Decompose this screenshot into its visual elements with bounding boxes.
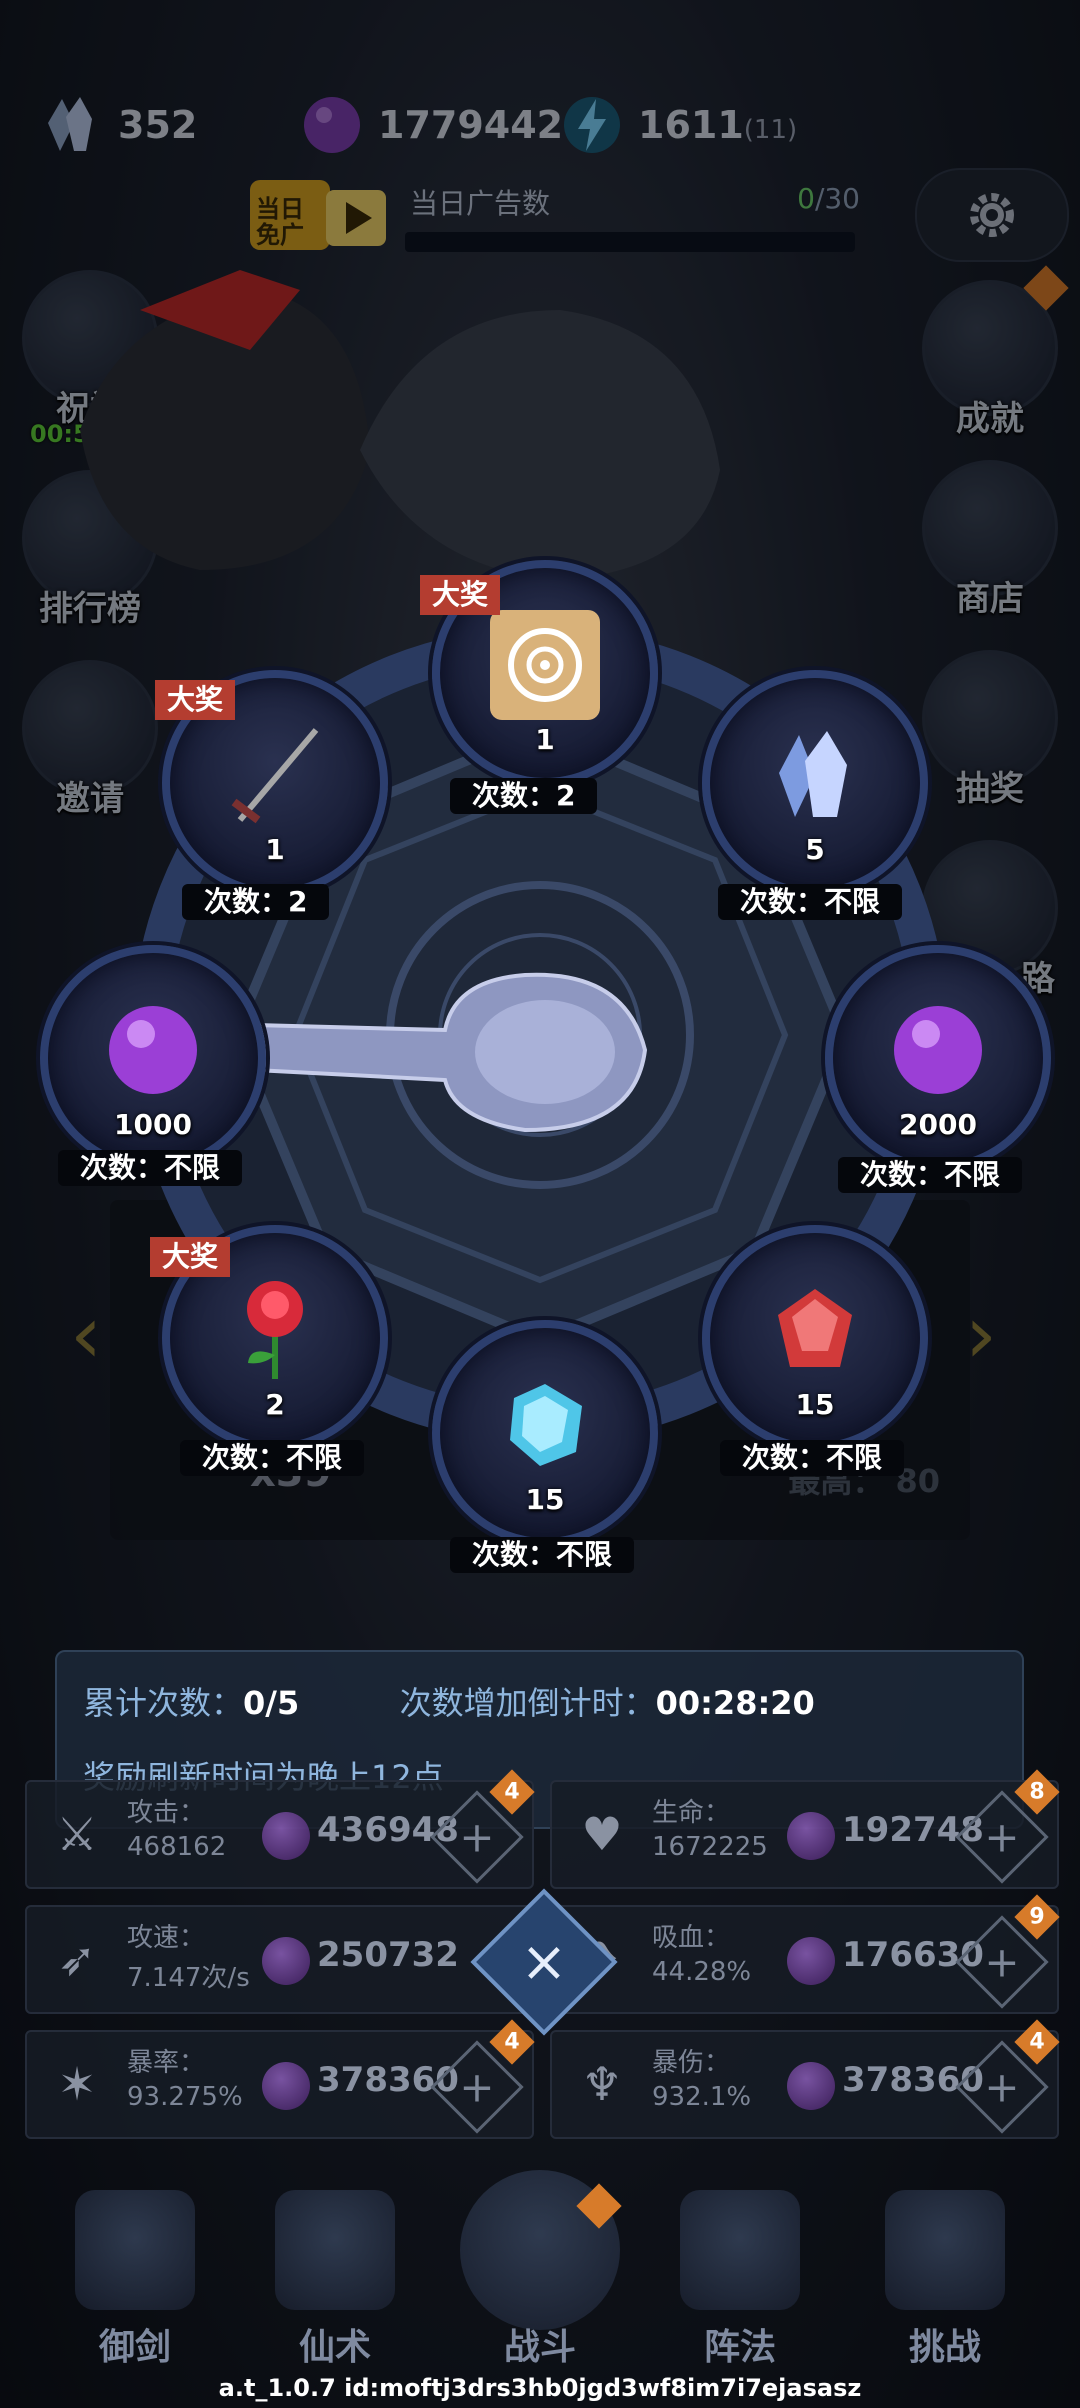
stat-value: 1672225: [652, 1832, 768, 1862]
stat-badge-text: 9: [1029, 1904, 1045, 1930]
slot-bottom-count: 次数：不限: [450, 1537, 635, 1573]
wheel-slot-right[interactable]: 2000: [825, 945, 1051, 1171]
nav-challenge[interactable]: 挑战: [850, 2180, 1040, 2380]
nav-battle[interactable]: 战斗: [445, 2170, 635, 2380]
slot-right-count: 次数：不限: [838, 1157, 1023, 1193]
stat-card-attack: ⚔ 攻击： 468162 436948 + 4: [25, 1769, 535, 1889]
red-gem-icon: [778, 1288, 852, 1367]
nav-battle-label: 战斗: [503, 2327, 576, 2368]
heart-icon: ♥: [581, 1807, 623, 1861]
close-icon: ×: [520, 1929, 568, 1995]
plus-icon: +: [984, 1937, 1020, 1987]
slot-lower-right-amount: 15: [795, 1388, 835, 1421]
stat-badge-text: 4: [504, 2029, 520, 2055]
crit-rate-icon: ✶: [57, 2057, 97, 2111]
stat-badge-text: 4: [504, 1779, 520, 1805]
big-prize-tag-lower-left: 大奖: [150, 1237, 230, 1277]
nav-spell[interactable]: 仙术: [240, 2180, 430, 2380]
crystal-icon: [779, 730, 847, 817]
stat-badge-text: 4: [1029, 2029, 1045, 2055]
target-token-icon: [490, 609, 600, 720]
stat-card-crit-damage: ♆ 暴伤： 932.1% 378360 + 4: [550, 2019, 1060, 2139]
stat-cost: 250732: [317, 1935, 459, 1975]
countdown-value: 00:28:20: [655, 1684, 815, 1722]
total-label: 累计次数：: [83, 1684, 244, 1722]
challenge-icon: [885, 2190, 1005, 2310]
bottom-nav: 御剑 仙术 战斗 阵法 挑战: [0, 2170, 1080, 2380]
nav-formation[interactable]: 阵法: [645, 2180, 835, 2380]
slot-right-amount: 2000: [899, 1108, 977, 1141]
plus-icon: +: [984, 1812, 1020, 1862]
purple-orb-icon: [894, 1005, 982, 1094]
speed-icon: ➶: [57, 1932, 97, 1986]
purple-orb-icon: [787, 1937, 835, 1985]
spin-info-line-1: 累计次数：0/5 次数增加倒计时：00:28:20: [83, 1678, 815, 1724]
total-value: 0/5: [243, 1684, 300, 1722]
stat-value: 468162: [127, 1832, 227, 1862]
plus-icon: +: [459, 2062, 495, 2112]
purple-orb-icon: [787, 1812, 835, 1860]
stat-badge-text: 8: [1029, 1779, 1045, 1805]
nav-sword-label: 御剑: [98, 2327, 171, 2368]
stat-name: 攻速：: [127, 1923, 206, 1953]
stat-card-lifesteal: ❥ 吸血： 44.28% 176630 + 9: [550, 1894, 1060, 2014]
slot-upper-right-count: 次数：不限: [718, 884, 903, 920]
stat-card-crit-rate: ✶ 暴率： 93.275% 378360 + 4: [25, 2019, 535, 2139]
purple-orb-icon: [262, 1937, 310, 1985]
slot-top-amount: 1: [535, 723, 555, 756]
stat-name: 吸血：: [652, 1923, 731, 1953]
stat-name: 生命：: [652, 1798, 731, 1828]
stat-value: 44.28%: [652, 1957, 752, 1987]
slot-bottom-amount: 15: [525, 1483, 565, 1516]
stat-card-attack-speed: ➶ 攻速： 7.147次/s 250732: [25, 1905, 534, 2014]
rose-icon: [247, 1280, 303, 1379]
wheel-slot-bottom[interactable]: 15: [432, 1320, 658, 1546]
stat-name: 暴伤：: [652, 2048, 731, 2078]
purple-orb-icon: [262, 2062, 310, 2110]
slot-upper-left-count: 次数：2: [182, 884, 330, 920]
nav-spell-label: 仙术: [298, 2327, 371, 2368]
wheel-slot-upper-right[interactable]: 5: [702, 670, 928, 896]
spoon-pointer: [225, 972, 648, 1133]
stat-value: 932.1%: [652, 2082, 752, 2112]
plus-icon: +: [459, 1812, 495, 1862]
sword-nav-icon: [75, 2190, 195, 2310]
nav-sword[interactable]: 御剑: [40, 2180, 230, 2380]
version-text: a.t_1.0.7 id:moftj3drs3hb0jgd3wf8im7i7ej…: [218, 2374, 862, 2402]
big-prize-tag-upper-left: 大奖: [155, 680, 235, 720]
wheel-slot-left[interactable]: 1000: [40, 945, 266, 1171]
card-nav-icon: [275, 2190, 395, 2310]
stat-name: 暴率：: [127, 2048, 206, 2078]
nav-formation-label: 阵法: [703, 2327, 776, 2368]
slot-left-count: 次数：不限: [58, 1150, 243, 1186]
slot-left-amount: 1000: [114, 1108, 192, 1141]
stat-card-life: ♥ 生命： 1672225 192748 + 8: [550, 1769, 1060, 1889]
stat-name: 攻击：: [127, 1798, 206, 1828]
slot-lower-left-count: 次数：不限: [180, 1440, 365, 1476]
purple-orb-icon: [109, 1005, 197, 1094]
crit-damage-icon: ♆: [581, 2057, 623, 2111]
wheel-slot-lower-right[interactable]: 15: [702, 1225, 928, 1451]
nav-challenge-label: 挑战: [908, 2327, 981, 2368]
countdown-label: 次数增加倒计时：: [399, 1684, 656, 1722]
slot-lower-right-count: 次数：不限: [720, 1440, 905, 1476]
purple-orb-icon: [787, 2062, 835, 2110]
slot-lower-left-amount: 2: [265, 1388, 285, 1421]
big-prize-tag-top: 大奖: [420, 575, 500, 615]
purple-orb-icon: [262, 1812, 310, 1860]
slot-upper-right-amount: 5: [805, 833, 825, 866]
attack-icon: ⚔: [56, 1807, 98, 1861]
slot-top-count: 次数：2: [450, 778, 598, 814]
plus-icon: +: [984, 2062, 1020, 2112]
stat-value: 7.147次/s: [127, 1963, 250, 1993]
sword-icon: [231, 727, 319, 823]
stat-value: 93.275%: [127, 2082, 243, 2112]
slot-upper-left-amount: 1: [265, 833, 285, 866]
blue-gem-icon: [510, 1383, 582, 1466]
formation-icon: [680, 2190, 800, 2310]
